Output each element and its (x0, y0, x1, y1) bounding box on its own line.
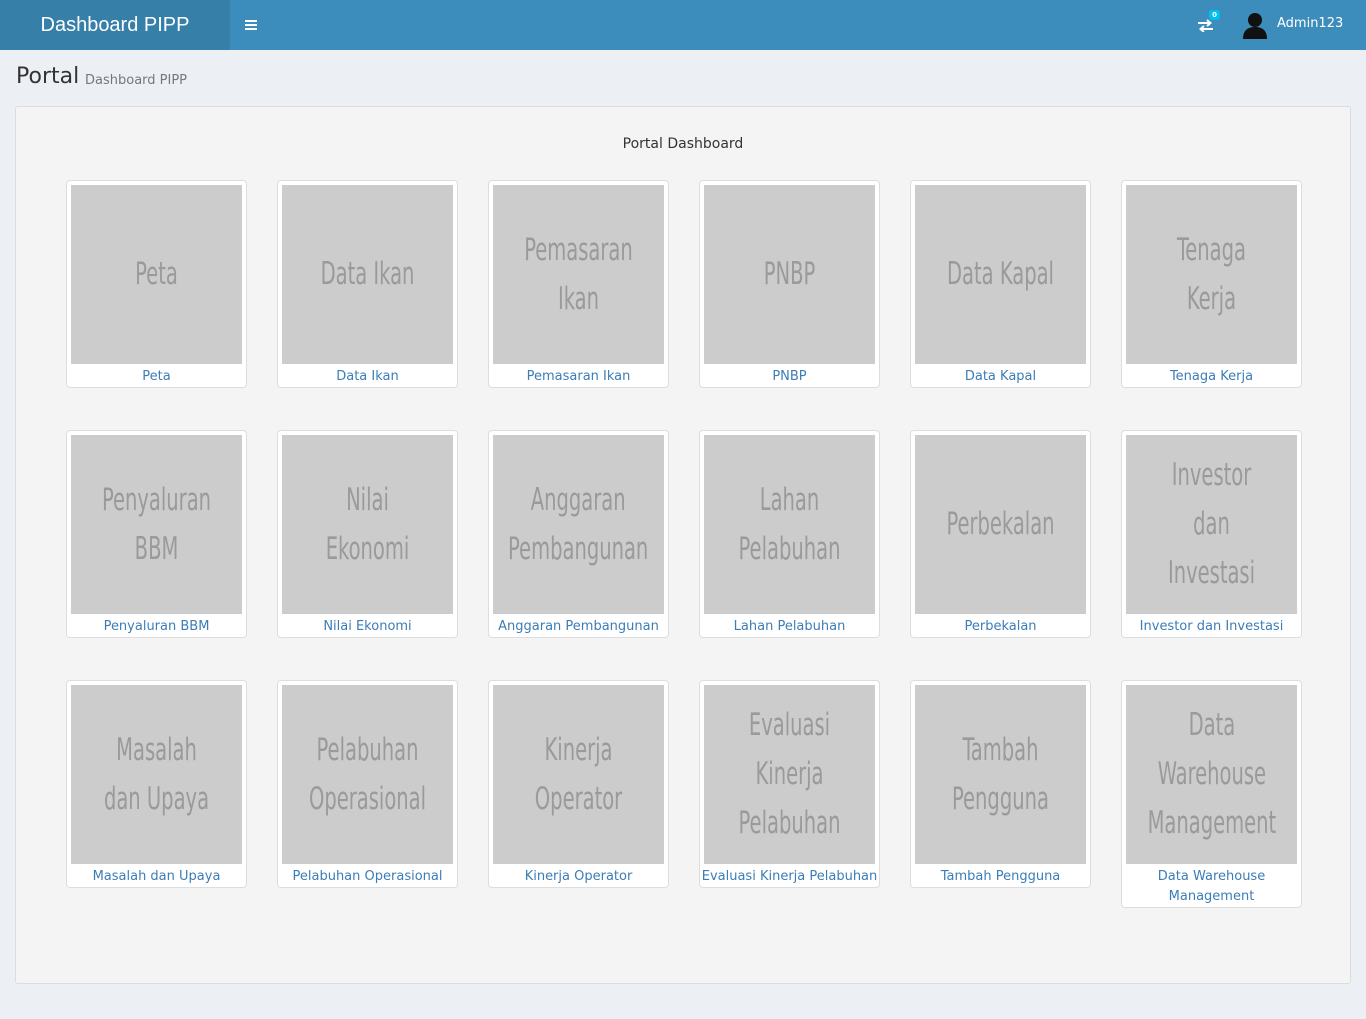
tile-link[interactable]: Perbekalan (911, 617, 1090, 637)
tile-thumbnail[interactable]: Data Warehouse Management (1126, 685, 1297, 864)
tile-thumbnail[interactable]: Anggaran Pembangunan (493, 435, 664, 614)
tile-anggaran-pembangunan[interactable]: Anggaran Pembangunan Anggaran Pembanguna… (488, 430, 669, 638)
exchange-arrows-icon (1198, 19, 1213, 32)
tile-link[interactable]: PNBP (700, 367, 879, 387)
tile-thumbnail[interactable]: Masalah dan Upaya (71, 685, 242, 864)
page-subtitle: Dashboard PIPP (85, 73, 188, 88)
tile-tambah-pengguna[interactable]: Tambah Pengguna Tambah Pengguna (910, 680, 1091, 888)
tile-thumbnail[interactable]: Pelabuhan Operasional (282, 685, 453, 864)
thumbnail-text: Tenaga Kerja (1177, 231, 1246, 317)
tile-pnbp[interactable]: PNBP PNBP (699, 180, 880, 388)
tile-thumbnail[interactable]: Lahan Pelabuhan (704, 435, 875, 614)
thumbnail-text: Perbekalan (946, 506, 1055, 542)
thumbnail-text: Tambah Pengguna (952, 731, 1049, 817)
thumbnail-text: Data Ikan (320, 256, 415, 292)
page-title: Portal (16, 64, 80, 89)
brand-logo[interactable]: Dashboard PIPP (0, 0, 230, 50)
thumbnail-text: Kinerja Operator (534, 731, 623, 817)
tile-thumbnail[interactable]: Penyaluran BBM (71, 435, 242, 614)
tile-link[interactable]: Anggaran Pembangunan (489, 617, 668, 637)
tile-nilai-ekonomi[interactable]: Nilai Ekonomi Nilai Ekonomi (277, 430, 458, 638)
tile-thumbnail[interactable]: Evaluasi Kinerja Pelabuhan (704, 685, 875, 864)
tile-tenaga-kerja[interactable]: Tenaga Kerja Tenaga Kerja (1121, 180, 1302, 388)
portal-title: Portal Dashboard (622, 136, 744, 152)
tile-link[interactable]: Data Ikan (278, 367, 457, 387)
tile-link[interactable]: Data Kapal (911, 367, 1090, 387)
portal-panel: Portal Dashboard Peta Peta Data Ikan Dat… (15, 106, 1351, 984)
tile-thumbnail[interactable]: Perbekalan (915, 435, 1086, 614)
thumbnail-text: Investor dan Investasi (1167, 457, 1256, 591)
tile-thumbnail[interactable]: Tambah Pengguna (915, 685, 1086, 864)
tile-pemasaran-ikan[interactable]: Pemasaran Ikan Pemasaran Ikan (488, 180, 669, 388)
tile-link[interactable]: Tambah Pengguna (911, 867, 1090, 887)
tile-thumbnail[interactable]: Pemasaran Ikan (493, 185, 664, 364)
tile-link[interactable]: Peta (67, 367, 246, 387)
tile-thumbnail[interactable]: PNBP (704, 185, 875, 364)
tile-masalah-dan-upaya[interactable]: Masalah dan Upaya Masalah dan Upaya (66, 680, 247, 888)
tile-thumbnail[interactable]: Data Ikan (282, 185, 453, 364)
notifications-button[interactable]: 0 (1192, 10, 1224, 40)
tile-thumbnail[interactable]: Investor dan Investasi (1126, 435, 1297, 614)
tile-investor-dan-investasi[interactable]: Investor dan Investasi Investor dan Inve… (1121, 430, 1302, 638)
thumbnail-text: PNBP (763, 256, 816, 292)
tile-data-kapal[interactable]: Data Kapal Data Kapal (910, 180, 1091, 388)
tile-peta[interactable]: Peta Peta (66, 180, 247, 388)
tile-link[interactable]: Investor dan Investasi (1122, 617, 1301, 637)
thumbnail-text: Anggaran Pembangunan (508, 481, 649, 567)
tile-link[interactable]: Pemasaran Ikan (489, 367, 668, 387)
tile-data-ikan[interactable]: Data Ikan Data Ikan (277, 180, 458, 388)
tile-link[interactable]: Data Warehouse Management (1122, 867, 1301, 907)
tile-link[interactable]: Kinerja Operator (489, 867, 668, 887)
tile-pelabuhan-operasional[interactable]: Pelabuhan Operasional Pelabuhan Operasio… (277, 680, 458, 888)
hamburger-line (245, 24, 257, 26)
tile-link[interactable]: Pelabuhan Operasional (278, 867, 457, 887)
tile-perbekalan[interactable]: Perbekalan Perbekalan (910, 430, 1091, 638)
tile-link[interactable]: Tenaga Kerja (1122, 367, 1301, 387)
thumbnail-text: Pemasaran Ikan (524, 231, 633, 317)
tile-thumbnail[interactable]: Nilai Ekonomi (282, 435, 453, 614)
tile-penyaluran-bbm[interactable]: Penyaluran BBM Penyaluran BBM (66, 430, 247, 638)
tile-link[interactable]: Penyaluran BBM (67, 617, 246, 637)
thumbnail-text: Masalah dan Upaya (103, 731, 210, 817)
thumbnail-text: Data Kapal (947, 256, 1054, 292)
hamburger-menu-icon (245, 20, 257, 22)
tile-kinerja-operator[interactable]: Kinerja Operator Kinerja Operator (488, 680, 669, 888)
tile-thumbnail[interactable]: Tenaga Kerja (1126, 185, 1297, 364)
tile-link[interactable]: Evaluasi Kinerja Pelabuhan (700, 867, 879, 887)
tile-link[interactable]: Nilai Ekonomi (278, 617, 457, 637)
tile-link[interactable]: Lahan Pelabuhan (700, 617, 879, 637)
sidebar-toggle-button[interactable] (241, 15, 261, 35)
thumbnail-text: Pelabuhan Operasional (308, 731, 427, 817)
tile-link[interactable]: Masalah dan Upaya (67, 867, 246, 887)
tile-evaluasi-kinerja-pelabuhan[interactable]: Evaluasi Kinerja Pelabuhan Evaluasi Kine… (699, 680, 880, 888)
thumbnail-text: Lahan Pelabuhan (738, 481, 841, 567)
username-label: Admin123 (1277, 16, 1344, 31)
thumbnail-text: Evaluasi Kinerja Pelabuhan (738, 707, 841, 841)
notification-count-badge: 0 (1209, 10, 1220, 20)
thumbnail-text: Data Warehouse Management (1147, 707, 1276, 841)
user-avatar-icon (1243, 13, 1267, 39)
hamburger-line (245, 28, 257, 30)
tile-thumbnail[interactable]: Peta (71, 185, 242, 364)
tile-thumbnail[interactable]: Kinerja Operator (493, 685, 664, 864)
tile-data-warehouse-management[interactable]: Data Warehouse Management Data Warehouse… (1121, 680, 1302, 908)
thumbnail-text: Penyaluran BBM (101, 481, 212, 567)
thumbnail-text: Peta (135, 256, 178, 292)
tile-lahan-pelabuhan[interactable]: Lahan Pelabuhan Lahan Pelabuhan (699, 430, 880, 638)
top-navbar: Dashboard PIPP 0 Admin123 (0, 0, 1366, 50)
thumbnail-text: Nilai Ekonomi (325, 481, 410, 567)
tile-thumbnail[interactable]: Data Kapal (915, 185, 1086, 364)
